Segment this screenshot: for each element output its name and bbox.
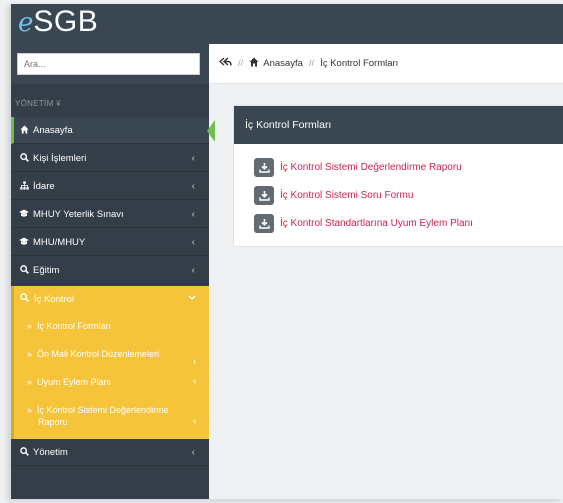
sitemap-icon xyxy=(18,180,30,192)
chevron-left-icon: ‹ xyxy=(191,181,195,192)
sidebar-item-label: Yönetim xyxy=(33,446,68,458)
search-icon xyxy=(18,264,30,276)
double-angle-right-icon: » xyxy=(27,321,33,331)
chevron-down-icon xyxy=(188,293,196,304)
sidebar-item-label: MHUY Yeterlik Sınavı xyxy=(33,208,124,220)
chevron-left-icon: ‹ xyxy=(191,447,195,458)
submenu-item-on-mali-kontrol[interactable]: » Ön Mali Kontrol Düzenlemeleri ‹ xyxy=(27,348,196,367)
esgb-logo[interactable]: e SGB xyxy=(18,5,98,43)
chevron-left-icon: ‹ xyxy=(191,265,195,276)
graduation-cap-icon xyxy=(18,237,30,248)
download-icon xyxy=(254,185,274,205)
search-icon xyxy=(18,446,30,458)
sidebar-group-ic-kontrol: İç Kontrol » İç Kontrol Formları » Ön Mali… xyxy=(11,286,209,439)
sidebar-item-label: İdare xyxy=(33,180,55,192)
sidebar-item-mhuy-yeterlik-sinavi[interactable]: MHUY Yeterlik Sınavı ‹ xyxy=(11,201,209,228)
reply-all-icon[interactable] xyxy=(218,57,232,70)
submenu-item-label: Ön Mali Kontrol Düzenlemeleri xyxy=(37,349,160,359)
submenu-item-label-line2: Raporu xyxy=(38,417,68,427)
breadcrumb-separator: // xyxy=(238,58,244,69)
double-angle-right-icon: » xyxy=(27,377,33,387)
submenu-item-label: Uyum Eylem Planı xyxy=(37,377,112,387)
search-icon xyxy=(18,152,30,164)
home-icon xyxy=(18,124,30,136)
sidebar-item-label: Kişi İşlemleri xyxy=(33,152,87,164)
forms-panel: İç Kontrol Formları İç Kontrol Sistemi D… xyxy=(233,105,563,247)
submenu-item-uyum-eylem-plani[interactable]: » Uyum Eylem Planı ‹ xyxy=(27,376,196,388)
home-icon xyxy=(249,57,259,70)
form-link-row[interactable]: İç Kontrol Sistemi Soru Formu xyxy=(254,185,413,205)
logo-e: e xyxy=(18,8,34,38)
sidebar-item-kisi-islemleri[interactable]: Kişi İşlemleri ‹ xyxy=(11,145,209,172)
double-angle-right-icon: » xyxy=(27,349,33,359)
chevron-left-icon: ‹ xyxy=(191,153,195,164)
chevron-left-icon: ‹ xyxy=(193,416,197,427)
form-link-row[interactable]: İç Kontrol Sistemi Değerlendirme Raporu xyxy=(254,157,462,177)
sidebar-item-label: MHU/MHUY xyxy=(33,236,86,248)
form-link[interactable]: İç Kontrol Sistemi Soru Formu xyxy=(280,190,413,201)
sidebar-item-anasayfa[interactable]: Anasayfa xyxy=(11,117,215,144)
submenu-item-label: İç Kontrol Sistemi Değerlendirme xyxy=(37,405,169,415)
graduation-cap-icon xyxy=(18,209,30,220)
breadcrumb: // Anasayfa // İç Kontrol Formları xyxy=(209,44,563,84)
breadcrumb-separator: // xyxy=(308,58,315,69)
sidebar-item-yonetim[interactable]: Yönetim ‹ xyxy=(11,439,209,466)
form-link[interactable]: İç Kontrol Sistemi Değerlendirme Raporu xyxy=(280,162,462,173)
submenu-item-label: İç Kontrol Formları xyxy=(37,321,112,331)
sidebar-item-label: Eğitim xyxy=(33,264,60,276)
submenu-item-degerlendirme-raporu[interactable]: » İç Kontrol Sistemi Değerlendirme Raporu… xyxy=(27,404,196,428)
breadcrumb-current: İç Kontrol Formları xyxy=(320,58,399,69)
sidebar: YÖNETİM ¥ Anasayfa Kişi İşlemleri ‹ İdar… xyxy=(11,44,215,499)
double-angle-right-icon: » xyxy=(27,405,33,415)
app-window: e SGB YÖNETİM ¥ Anasayfa Kişi İşlemleri … xyxy=(10,4,563,499)
sidebar-item-label: Anasayfa xyxy=(33,124,73,136)
chevron-left-icon: ‹ xyxy=(193,356,197,367)
sidebar-item-ic-kontrol[interactable]: İç Kontrol xyxy=(20,293,196,305)
sidebar-item-idare[interactable]: İdare ‹ xyxy=(11,173,209,200)
search-icon xyxy=(20,293,32,305)
panel-title: İç Kontrol Formları xyxy=(234,106,563,144)
sidebar-item-mhu-mhuy[interactable]: MHU/MHUY ‹ xyxy=(11,229,209,256)
logo-text: SGB xyxy=(33,5,99,38)
download-icon xyxy=(254,157,274,177)
sidebar-section-header: YÖNETİM ¥ xyxy=(15,99,61,108)
sidebar-item-egitim[interactable]: Eğitim ‹ xyxy=(11,257,209,284)
submenu-item-ic-kontrol-formlari[interactable]: » İç Kontrol Formları xyxy=(27,320,111,332)
search-area xyxy=(11,44,209,84)
top-bar: e SGB xyxy=(11,4,563,44)
sidebar-item-label: İç Kontrol xyxy=(34,293,75,305)
search-input[interactable] xyxy=(17,53,200,75)
breadcrumb-home-link[interactable]: Anasayfa xyxy=(263,58,303,69)
download-icon xyxy=(254,213,274,233)
chevron-left-icon: ‹ xyxy=(191,209,195,220)
chevron-left-icon: ‹ xyxy=(191,237,195,248)
chevron-left-icon: ‹ xyxy=(193,376,197,387)
form-link[interactable]: İç Kontrol Standartlarına Uyum Eylem Pla… xyxy=(280,218,473,229)
active-marker xyxy=(207,120,215,142)
form-link-row[interactable]: İç Kontrol Standartlarına Uyum Eylem Pla… xyxy=(254,213,473,233)
